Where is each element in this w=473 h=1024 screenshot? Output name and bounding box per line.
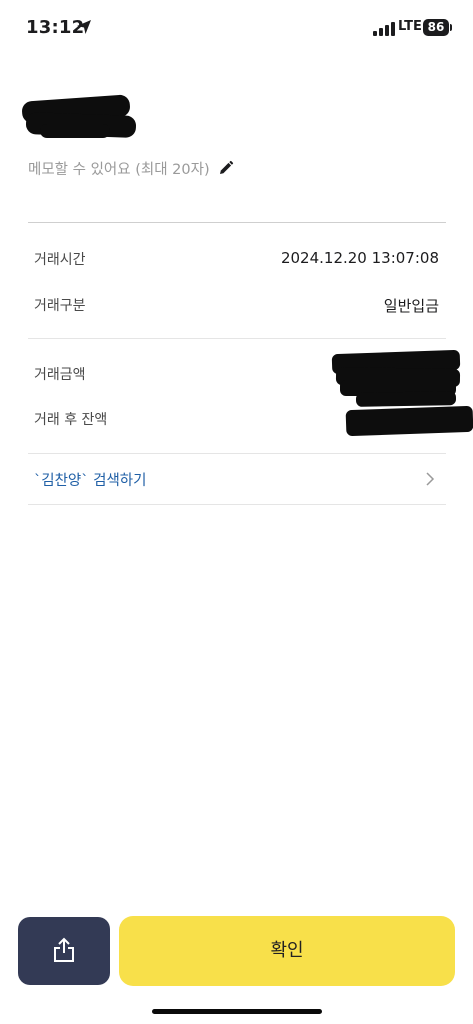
confirm-button[interactable]: 확인: [119, 916, 455, 986]
battery-icon: 86: [423, 19, 449, 36]
row-label-type: 거래구분: [34, 298, 86, 314]
search-name-link[interactable]: `김찬양` 검색하기: [34, 469, 147, 490]
detail-divider: [28, 338, 446, 339]
memo-placeholder[interactable]: 메모할 수 있어요 (최대 20자): [28, 158, 210, 179]
row-label-amount: 거래금액: [34, 367, 86, 383]
share-icon: [54, 937, 74, 962]
battery-tip: [450, 24, 452, 31]
row-value-time: 2024.12.20 13:07:08: [280, 249, 439, 267]
status-bar: 13:12 LTE 86: [0, 0, 473, 56]
row-value-type: 일반입금: [383, 297, 439, 315]
header-divider: [28, 222, 446, 223]
row-label-balance: 거래 후 잔액: [34, 412, 108, 428]
amount-divider: [28, 453, 446, 454]
network-type: LTE: [398, 19, 422, 34]
search-divider: [28, 504, 446, 505]
pencil-icon[interactable]: [218, 160, 234, 176]
home-indicator: [152, 1009, 322, 1014]
share-button[interactable]: [18, 917, 110, 985]
chevron-right-icon[interactable]: [424, 471, 436, 487]
cellular-signal-icon: [373, 22, 395, 36]
row-label-time: 거래시간: [34, 252, 86, 268]
location-arrow-icon: [77, 20, 91, 34]
